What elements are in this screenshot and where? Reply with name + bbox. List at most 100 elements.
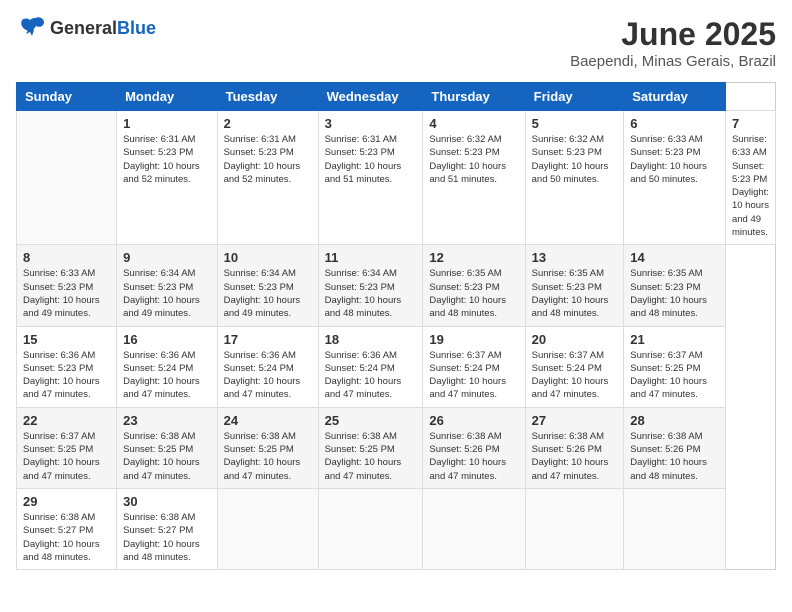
calendar-day-cell: 1 Sunrise: 6:31 AMSunset: 5:23 PMDayligh… <box>117 111 218 245</box>
day-detail: Sunrise: 6:36 AMSunset: 5:24 PMDaylight:… <box>325 350 402 401</box>
calendar-day-cell: 13 Sunrise: 6:35 AMSunset: 5:23 PMDaylig… <box>525 245 624 326</box>
day-detail: Sunrise: 6:37 AMSunset: 5:24 PMDaylight:… <box>429 350 506 401</box>
calendar-day-cell: 3 Sunrise: 6:31 AMSunset: 5:23 PMDayligh… <box>318 111 423 245</box>
calendar-day-cell: 16 Sunrise: 6:36 AMSunset: 5:24 PMDaylig… <box>117 326 218 407</box>
day-number: 13 <box>532 250 618 265</box>
header-cell: Friday <box>525 83 624 111</box>
day-detail: Sunrise: 6:33 AMSunset: 5:23 PMDaylight:… <box>23 268 100 319</box>
calendar-day-cell: 28 Sunrise: 6:38 AMSunset: 5:26 PMDaylig… <box>624 407 726 488</box>
calendar-subtitle: Baependi, Minas Gerais, Brazil <box>570 53 776 70</box>
day-number: 15 <box>23 332 110 347</box>
day-detail: Sunrise: 6:37 AMSunset: 5:25 PMDaylight:… <box>23 431 100 482</box>
calendar-day-cell: 12 Sunrise: 6:35 AMSunset: 5:23 PMDaylig… <box>423 245 525 326</box>
header-cell: Thursday <box>423 83 525 111</box>
calendar-day-cell <box>17 111 117 245</box>
day-number: 27 <box>532 413 618 428</box>
calendar-day-cell: 2 Sunrise: 6:31 AMSunset: 5:23 PMDayligh… <box>217 111 318 245</box>
calendar-week-row: 22 Sunrise: 6:37 AMSunset: 5:25 PMDaylig… <box>17 407 776 488</box>
calendar-day-cell: 7 Sunrise: 6:33 AMSunset: 5:23 PMDayligh… <box>725 111 775 245</box>
calendar-day-cell: 24 Sunrise: 6:38 AMSunset: 5:25 PMDaylig… <box>217 407 318 488</box>
calendar-day-cell: 25 Sunrise: 6:38 AMSunset: 5:25 PMDaylig… <box>318 407 423 488</box>
day-number: 8 <box>23 250 110 265</box>
day-detail: Sunrise: 6:38 AMSunset: 5:25 PMDaylight:… <box>325 431 402 482</box>
day-detail: Sunrise: 6:33 AMSunset: 5:23 PMDaylight:… <box>732 134 769 238</box>
header-cell: Monday <box>117 83 218 111</box>
calendar-day-cell: 4 Sunrise: 6:32 AMSunset: 5:23 PMDayligh… <box>423 111 525 245</box>
calendar-day-cell: 29 Sunrise: 6:38 AMSunset: 5:27 PMDaylig… <box>17 488 117 569</box>
day-number: 17 <box>224 332 312 347</box>
calendar-day-cell: 9 Sunrise: 6:34 AMSunset: 5:23 PMDayligh… <box>117 245 218 326</box>
calendar-header: SundayMondayTuesdayWednesdayThursdayFrid… <box>17 83 776 111</box>
day-number: 30 <box>123 494 211 509</box>
calendar-title: June 2025 <box>570 16 776 53</box>
calendar-week-row: 8 Sunrise: 6:33 AMSunset: 5:23 PMDayligh… <box>17 245 776 326</box>
day-detail: Sunrise: 6:36 AMSunset: 5:23 PMDaylight:… <box>23 350 100 401</box>
day-detail: Sunrise: 6:32 AMSunset: 5:23 PMDaylight:… <box>429 134 506 185</box>
calendar-day-cell <box>624 488 726 569</box>
day-detail: Sunrise: 6:37 AMSunset: 5:24 PMDaylight:… <box>532 350 609 401</box>
calendar-day-cell <box>525 488 624 569</box>
day-number: 22 <box>23 413 110 428</box>
day-number: 24 <box>224 413 312 428</box>
calendar-week-row: 29 Sunrise: 6:38 AMSunset: 5:27 PMDaylig… <box>17 488 776 569</box>
day-number: 5 <box>532 116 618 131</box>
calendar-week-row: 15 Sunrise: 6:36 AMSunset: 5:23 PMDaylig… <box>17 326 776 407</box>
day-number: 21 <box>630 332 719 347</box>
calendar-day-cell <box>217 488 318 569</box>
calendar-day-cell: 5 Sunrise: 6:32 AMSunset: 5:23 PMDayligh… <box>525 111 624 245</box>
day-detail: Sunrise: 6:38 AMSunset: 5:26 PMDaylight:… <box>532 431 609 482</box>
day-number: 10 <box>224 250 312 265</box>
day-number: 19 <box>429 332 518 347</box>
day-number: 29 <box>23 494 110 509</box>
logo-blue: Blue <box>117 18 156 38</box>
day-detail: Sunrise: 6:38 AMSunset: 5:25 PMDaylight:… <box>224 431 301 482</box>
logo-general: General <box>50 18 117 38</box>
calendar-body: 1 Sunrise: 6:31 AMSunset: 5:23 PMDayligh… <box>17 111 776 570</box>
calendar-day-cell: 18 Sunrise: 6:36 AMSunset: 5:24 PMDaylig… <box>318 326 423 407</box>
day-number: 16 <box>123 332 211 347</box>
day-detail: Sunrise: 6:31 AMSunset: 5:23 PMDaylight:… <box>325 134 402 185</box>
day-number: 4 <box>429 116 518 131</box>
day-number: 25 <box>325 413 417 428</box>
day-number: 6 <box>630 116 719 131</box>
calendar-day-cell: 15 Sunrise: 6:36 AMSunset: 5:23 PMDaylig… <box>17 326 117 407</box>
logo: GeneralBlue <box>16 16 156 40</box>
header-cell: Saturday <box>624 83 726 111</box>
calendar-table: SundayMondayTuesdayWednesdayThursdayFrid… <box>16 82 776 570</box>
day-number: 23 <box>123 413 211 428</box>
calendar-day-cell: 23 Sunrise: 6:38 AMSunset: 5:25 PMDaylig… <box>117 407 218 488</box>
calendar-day-cell: 6 Sunrise: 6:33 AMSunset: 5:23 PMDayligh… <box>624 111 726 245</box>
logo-text: GeneralBlue <box>50 18 156 39</box>
calendar-week-row: 1 Sunrise: 6:31 AMSunset: 5:23 PMDayligh… <box>17 111 776 245</box>
header-cell: Sunday <box>17 83 117 111</box>
day-number: 9 <box>123 250 211 265</box>
calendar-day-cell: 10 Sunrise: 6:34 AMSunset: 5:23 PMDaylig… <box>217 245 318 326</box>
title-area: June 2025 Baependi, Minas Gerais, Brazil <box>570 16 776 70</box>
day-detail: Sunrise: 6:38 AMSunset: 5:25 PMDaylight:… <box>123 431 200 482</box>
day-detail: Sunrise: 6:31 AMSunset: 5:23 PMDaylight:… <box>224 134 301 185</box>
day-number: 7 <box>732 116 769 131</box>
calendar-day-cell: 30 Sunrise: 6:38 AMSunset: 5:27 PMDaylig… <box>117 488 218 569</box>
day-detail: Sunrise: 6:35 AMSunset: 5:23 PMDaylight:… <box>532 268 609 319</box>
calendar-day-cell: 14 Sunrise: 6:35 AMSunset: 5:23 PMDaylig… <box>624 245 726 326</box>
day-number: 11 <box>325 250 417 265</box>
day-detail: Sunrise: 6:36 AMSunset: 5:24 PMDaylight:… <box>224 350 301 401</box>
day-number: 26 <box>429 413 518 428</box>
calendar-day-cell: 8 Sunrise: 6:33 AMSunset: 5:23 PMDayligh… <box>17 245 117 326</box>
header-cell: Tuesday <box>217 83 318 111</box>
calendar-day-cell: 20 Sunrise: 6:37 AMSunset: 5:24 PMDaylig… <box>525 326 624 407</box>
page-header: GeneralBlue June 2025 Baependi, Minas Ge… <box>16 16 776 70</box>
day-detail: Sunrise: 6:35 AMSunset: 5:23 PMDaylight:… <box>429 268 506 319</box>
day-detail: Sunrise: 6:35 AMSunset: 5:23 PMDaylight:… <box>630 268 707 319</box>
day-detail: Sunrise: 6:33 AMSunset: 5:23 PMDaylight:… <box>630 134 707 185</box>
calendar-day-cell: 26 Sunrise: 6:38 AMSunset: 5:26 PMDaylig… <box>423 407 525 488</box>
day-detail: Sunrise: 6:38 AMSunset: 5:27 PMDaylight:… <box>123 512 200 563</box>
day-number: 28 <box>630 413 719 428</box>
day-detail: Sunrise: 6:34 AMSunset: 5:23 PMDaylight:… <box>224 268 301 319</box>
day-detail: Sunrise: 6:38 AMSunset: 5:27 PMDaylight:… <box>23 512 100 563</box>
day-number: 20 <box>532 332 618 347</box>
calendar-day-cell <box>423 488 525 569</box>
day-detail: Sunrise: 6:32 AMSunset: 5:23 PMDaylight:… <box>532 134 609 185</box>
day-detail: Sunrise: 6:36 AMSunset: 5:24 PMDaylight:… <box>123 350 200 401</box>
day-number: 18 <box>325 332 417 347</box>
